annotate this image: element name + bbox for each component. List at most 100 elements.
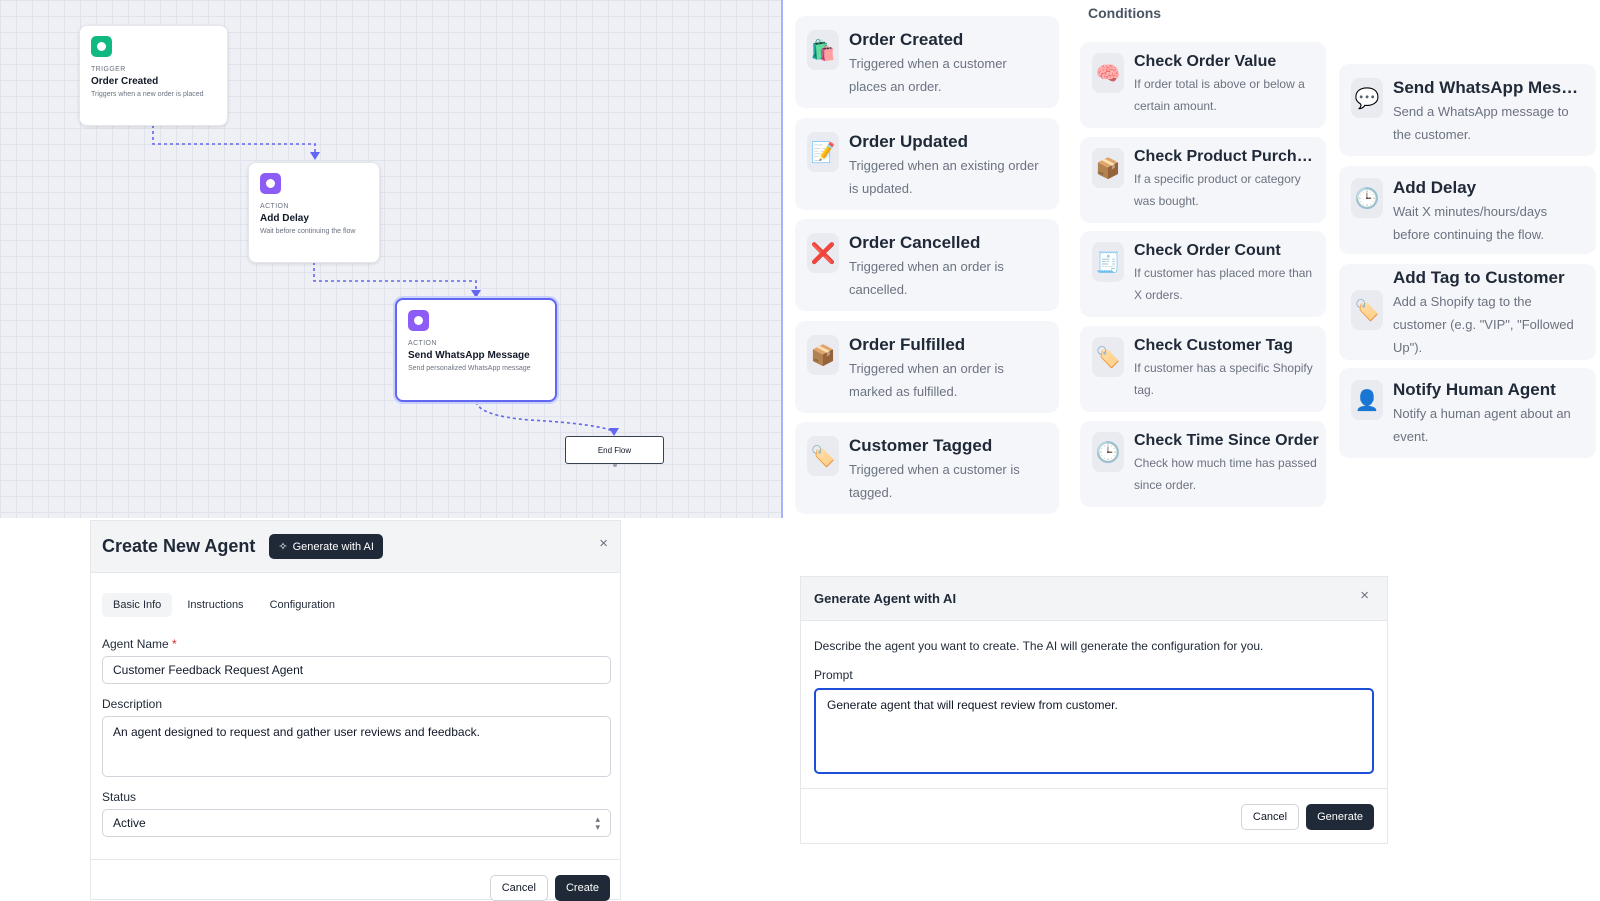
- speech-bubble-icon: 💬: [1351, 78, 1383, 118]
- brain-icon: 🧠: [1092, 53, 1124, 93]
- create-button[interactable]: Create: [554, 875, 610, 901]
- palette-card-order-fulfilled[interactable]: 📦 Order Fulfilled Triggered when an order…: [795, 321, 1059, 413]
- node-kind: ACTION: [260, 203, 289, 210]
- cancel-button[interactable]: Cancel: [1240, 804, 1300, 830]
- card-title: Check Customer Tag: [1134, 337, 1293, 354]
- card-title: Notify Human Agent: [1393, 380, 1556, 399]
- create-agent-dialog: Create New Agent ✧ Generate with AI × Ba…: [90, 520, 621, 901]
- conditions-heading: Conditions: [1088, 5, 1162, 21]
- node-kind: ACTION: [408, 340, 437, 347]
- palette-card-check-product-purchased[interactable]: 📦 Check Product Purcha... If a specific p…: [1080, 137, 1326, 223]
- node-kind: TRIGGER: [91, 66, 126, 73]
- card-title: Add Delay: [1393, 178, 1477, 197]
- palette-card-order-cancelled[interactable]: ❌ Order Cancelled Triggered when an order…: [795, 219, 1059, 311]
- node-title: Add Delay: [260, 213, 309, 224]
- tag-icon: 🏷️: [807, 436, 839, 476]
- dialog-title: Generate Agent with AI: [814, 591, 957, 606]
- person-icon: 👤: [1351, 380, 1383, 420]
- edge-trigger-delay: [152, 125, 316, 156]
- card-desc: If order total is above or below a certa…: [1134, 77, 1305, 113]
- palette-card-customer-tagged[interactable]: 🏷️ Customer Tagged Triggered when a custo…: [795, 422, 1059, 514]
- card-title: Order Fulfilled: [849, 335, 966, 354]
- prompt-label: Prompt: [814, 668, 853, 682]
- tab-instructions[interactable]: Instructions: [176, 593, 254, 617]
- flow-canvas[interactable]: TRIGGER Order Created Triggers when a ne…: [0, 0, 783, 518]
- chevron-up-down-icon: ▴ ▾: [595, 814, 600, 832]
- action-node-icon: [260, 173, 281, 194]
- palette-card-check-order-value[interactable]: 🧠 Check Order Value If order total is abo…: [1080, 42, 1326, 128]
- shopping-bags-icon: 🛍️: [807, 30, 839, 70]
- sparkles-icon: ✧: [278, 541, 288, 553]
- trigger-node-icon: [91, 36, 112, 57]
- edge-whatsapp-end: [475, 401, 616, 433]
- card-title: Order Updated: [849, 132, 969, 151]
- memo-icon: 📝: [807, 132, 839, 172]
- flow-node-end[interactable]: End Flow: [565, 436, 664, 464]
- close-icon[interactable]: ×: [1360, 587, 1369, 604]
- status-value: Active: [113, 816, 146, 830]
- tab-configuration[interactable]: Configuration: [259, 593, 346, 617]
- flow-node-whatsapp[interactable]: ACTION Send WhatsApp Message Send person…: [395, 298, 557, 402]
- action-node-icon: [408, 310, 429, 331]
- card-title: Send WhatsApp Mess...: [1393, 78, 1584, 97]
- card-title: Order Cancelled: [849, 233, 981, 252]
- palette-card-check-order-count[interactable]: 🧾 Check Order Count If customer has place…: [1080, 231, 1326, 317]
- dialog-footer: Cancel Create: [91, 860, 620, 901]
- generate-button[interactable]: Generate: [1306, 804, 1374, 830]
- card-title: Check Order Value: [1134, 53, 1277, 70]
- palette-card-add-tag[interactable]: 🏷️ Add Tag to Customer Add a Shopify tag …: [1339, 264, 1596, 360]
- tag-icon: 🏷️: [1092, 337, 1124, 377]
- card-desc: Triggered when a customer is tagged.: [849, 462, 1020, 500]
- flow-node-delay[interactable]: ACTION Add Delay Wait before continuing …: [248, 162, 380, 263]
- clock-icon: 🕒: [1351, 178, 1383, 218]
- dialog-footer: Cancel Generate: [801, 789, 1387, 830]
- card-desc: Notify a human agent about an event.: [1393, 406, 1571, 444]
- description-textarea[interactable]: An agent designed to request and gather …: [102, 716, 611, 777]
- agent-name-input[interactable]: Customer Feedback Request Agent: [102, 656, 611, 684]
- edge-arrow: [609, 428, 619, 436]
- status-select[interactable]: Active ▴ ▾: [102, 809, 611, 837]
- palette-card-check-time-since-order[interactable]: 🕒 Check Time Since Order Check how much t…: [1080, 421, 1326, 507]
- tag-icon: 🏷️: [1351, 290, 1383, 330]
- card-desc: Triggered when a customer places an orde…: [849, 56, 1007, 94]
- card-desc: If customer has placed more than X order…: [1134, 266, 1313, 302]
- receipt-icon: 🧾: [1092, 242, 1124, 282]
- card-title: Check Product Purcha...: [1134, 148, 1314, 165]
- palette-card-add-delay[interactable]: 🕒 Add Delay Wait X minutes/hours/days bef…: [1339, 166, 1596, 254]
- cancel-button[interactable]: Cancel: [489, 875, 548, 901]
- palette-card-order-created[interactable]: 🛍️ Order Created Triggered when a custome…: [795, 16, 1059, 108]
- palette-card-check-customer-tag[interactable]: 🏷️ Check Customer Tag If customer has a s…: [1080, 326, 1326, 412]
- dialog-tabs: Basic Info Instructions Configuration: [91, 593, 620, 617]
- card-desc: Send a WhatsApp message to the customer.: [1393, 104, 1569, 142]
- required-marker: *: [172, 637, 177, 651]
- clock-icon: 🕒: [1092, 432, 1124, 472]
- close-icon[interactable]: ×: [599, 535, 608, 552]
- palette-card-order-updated[interactable]: 📝 Order Updated Triggered when an existin…: [795, 118, 1059, 210]
- palette-card-notify-human[interactable]: 👤 Notify Human Agent Notify a human agent…: [1339, 368, 1596, 458]
- edge-arrow: [471, 290, 481, 298]
- card-title: Customer Tagged: [849, 436, 993, 455]
- node-title: Send WhatsApp Message: [408, 350, 530, 361]
- card-desc: If a specific product or category was bo…: [1134, 172, 1301, 208]
- generate-with-ai-button[interactable]: ✧ Generate with AI: [269, 534, 383, 559]
- cross-mark-icon: ❌: [807, 233, 839, 273]
- generate-agent-dialog: Generate Agent with AI × Describe the ag…: [800, 576, 1388, 844]
- card-desc: Triggered when an order is marked as ful…: [849, 361, 1004, 399]
- tab-basic-info[interactable]: Basic Info: [102, 593, 173, 617]
- flow-node-trigger[interactable]: TRIGGER Order Created Triggers when a ne…: [79, 25, 228, 126]
- node-desc: Triggers when a new order is placed: [91, 91, 204, 98]
- edge-arrow: [310, 152, 320, 160]
- description-label: Description: [102, 697, 163, 711]
- generate-with-ai-label: Generate with AI: [292, 540, 374, 553]
- card-title: Check Order Count: [1134, 242, 1281, 259]
- card-desc: Wait X minutes/hours/days before continu…: [1393, 204, 1548, 242]
- agent-name-label: Agent Name *: [102, 637, 177, 651]
- card-title: Check Time Since Order: [1134, 432, 1319, 449]
- prompt-textarea[interactable]: Generate agent that will request review …: [814, 688, 1374, 774]
- card-desc: If customer has a specific Shopify tag.: [1134, 361, 1313, 397]
- palette-card-send-whatsapp[interactable]: 💬 Send WhatsApp Mess... Send a WhatsApp m…: [1339, 64, 1596, 156]
- dialog-header: Generate Agent with AI: [801, 577, 1387, 621]
- card-desc: Add a Shopify tag to the customer (e.g. …: [1393, 294, 1574, 355]
- card-desc: Triggered when an order is cancelled.: [849, 259, 1004, 297]
- dialog-intro: Describe the agent you want to create. T…: [814, 639, 1264, 653]
